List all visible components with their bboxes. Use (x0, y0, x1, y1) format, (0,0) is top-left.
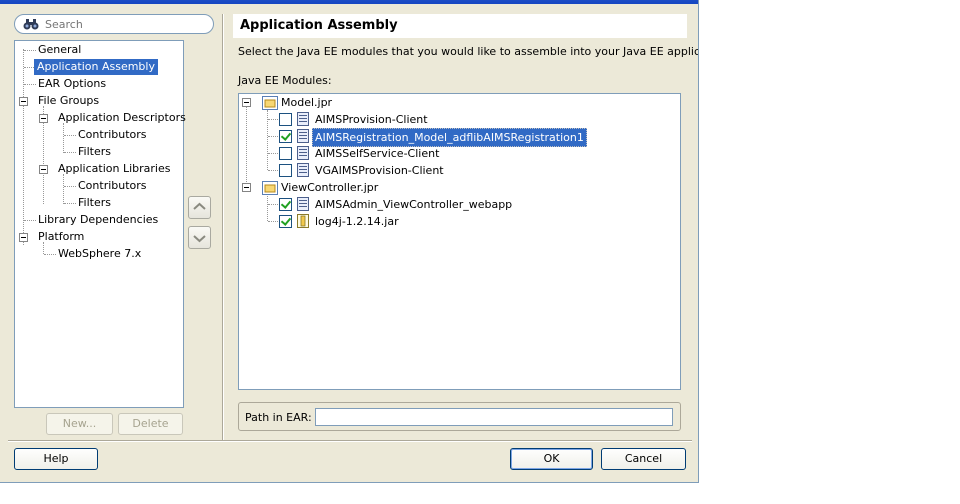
jar-file-icon (297, 214, 309, 228)
nav-item-general[interactable]: General (37, 42, 82, 58)
collapse-toggle[interactable] (19, 97, 28, 106)
tree-connector (268, 204, 278, 206)
tree-connector (64, 152, 76, 154)
deployment-profile-dialog: General Application Assembly EAR Options… (0, 0, 699, 483)
project-viewcontroller[interactable]: ViewController.jpr (281, 179, 378, 196)
tree-connector (64, 186, 76, 188)
nav-item-contributors-2[interactable]: Contributors (77, 178, 148, 194)
window-titlebar (0, 0, 698, 4)
nav-item-contributors[interactable]: Contributors (77, 127, 148, 143)
module-file-icon (297, 146, 309, 160)
delete-button[interactable]: Delete (118, 413, 183, 435)
search-input[interactable] (45, 17, 205, 31)
collapse-toggle[interactable] (39, 114, 48, 123)
chevron-down-icon (193, 235, 206, 243)
collapse-toggle[interactable] (242, 183, 251, 192)
module-checkbox-aimsprovision[interactable] (279, 113, 292, 126)
binoculars-icon (23, 19, 39, 30)
project-folder-icon (262, 96, 278, 110)
nav-item-application-descriptors[interactable]: Application Descriptors (57, 110, 187, 126)
path-in-ear-label: Path in EAR: (245, 411, 312, 424)
tree-connector (268, 153, 278, 155)
footer-divider (8, 440, 692, 442)
nav-item-library-dependencies[interactable]: Library Dependencies (37, 212, 159, 228)
collapse-toggle[interactable] (19, 233, 28, 242)
ok-button[interactable]: OK (510, 448, 593, 470)
module-file-icon (297, 197, 309, 211)
nav-item-application-assembly[interactable]: Application Assembly (34, 59, 158, 75)
tree-connector (63, 174, 65, 204)
move-up-button[interactable] (188, 196, 211, 219)
tree-connector (44, 254, 56, 256)
module-aimsadmin[interactable]: AIMSAdmin_ViewController_webapp (315, 196, 512, 213)
tree-connector (64, 135, 76, 137)
tree-connector (63, 123, 65, 153)
tree-connector (43, 242, 45, 254)
navigation-tree[interactable]: General Application Assembly EAR Options… (14, 40, 187, 408)
module-checkbox-aimsadmin[interactable] (279, 198, 292, 211)
project-folder-icon (262, 181, 278, 195)
tree-connector (246, 106, 248, 188)
tree-connector (24, 220, 36, 222)
nav-item-filters-2[interactable]: Filters (77, 195, 112, 211)
collapse-toggle[interactable] (39, 165, 48, 174)
path-in-ear-input[interactable] (315, 408, 673, 426)
tree-connector (267, 194, 269, 221)
module-checkbox-vgaimsprovision[interactable] (279, 164, 292, 177)
nav-item-application-libraries[interactable]: Application Libraries (57, 161, 171, 177)
module-aimsselfservice[interactable]: AIMSSelfService-Client (315, 145, 439, 162)
nav-item-file-groups[interactable]: File Groups (37, 93, 100, 109)
modules-label: Java EE Modules: (238, 74, 332, 87)
nav-item-filters[interactable]: Filters (77, 144, 112, 160)
module-file-icon (297, 112, 309, 126)
modules-tree[interactable]: Model.jpr AIMSProvision-Client AIMSRegis… (238, 93, 681, 390)
module-vgaimsprovision[interactable]: VGAIMSProvision-Client (315, 162, 444, 179)
module-log4j[interactable]: log4j-1.2.14.jar (315, 213, 399, 230)
module-file-icon (297, 129, 309, 143)
tree-connector (268, 221, 278, 223)
module-checkbox-log4j[interactable] (279, 215, 292, 228)
module-checkbox-aimsregistration[interactable] (279, 130, 292, 143)
panel-divider (222, 14, 224, 440)
tree-connector (268, 170, 278, 172)
page-title: Application Assembly (240, 18, 398, 33)
move-down-button[interactable] (188, 226, 211, 249)
panel-header: Application Assembly (233, 14, 687, 38)
tree-connector (24, 50, 36, 52)
project-model[interactable]: Model.jpr (281, 94, 332, 111)
collapse-toggle[interactable] (242, 98, 251, 107)
cancel-button[interactable]: Cancel (601, 448, 686, 470)
search-field[interactable] (14, 14, 214, 34)
module-file-icon (297, 163, 309, 177)
tree-connector (268, 119, 278, 121)
new-button[interactable]: New... (46, 413, 113, 435)
nav-item-websphere[interactable]: WebSphere 7.x (57, 246, 142, 262)
tree-connector (24, 84, 36, 86)
nav-item-ear-options[interactable]: EAR Options (37, 76, 107, 92)
tree-connector (268, 136, 278, 138)
panel-description: Select the Java EE modules that you woul… (238, 45, 699, 58)
help-button[interactable]: Help (14, 448, 98, 470)
module-checkbox-aimsselfservice[interactable] (279, 147, 292, 160)
module-aimsprovision[interactable]: AIMSProvision-Client (315, 111, 428, 128)
tree-connector (23, 49, 25, 245)
chevron-up-icon (193, 202, 206, 210)
tree-connector (64, 203, 76, 205)
path-in-ear-group: Path in EAR: (238, 402, 681, 431)
